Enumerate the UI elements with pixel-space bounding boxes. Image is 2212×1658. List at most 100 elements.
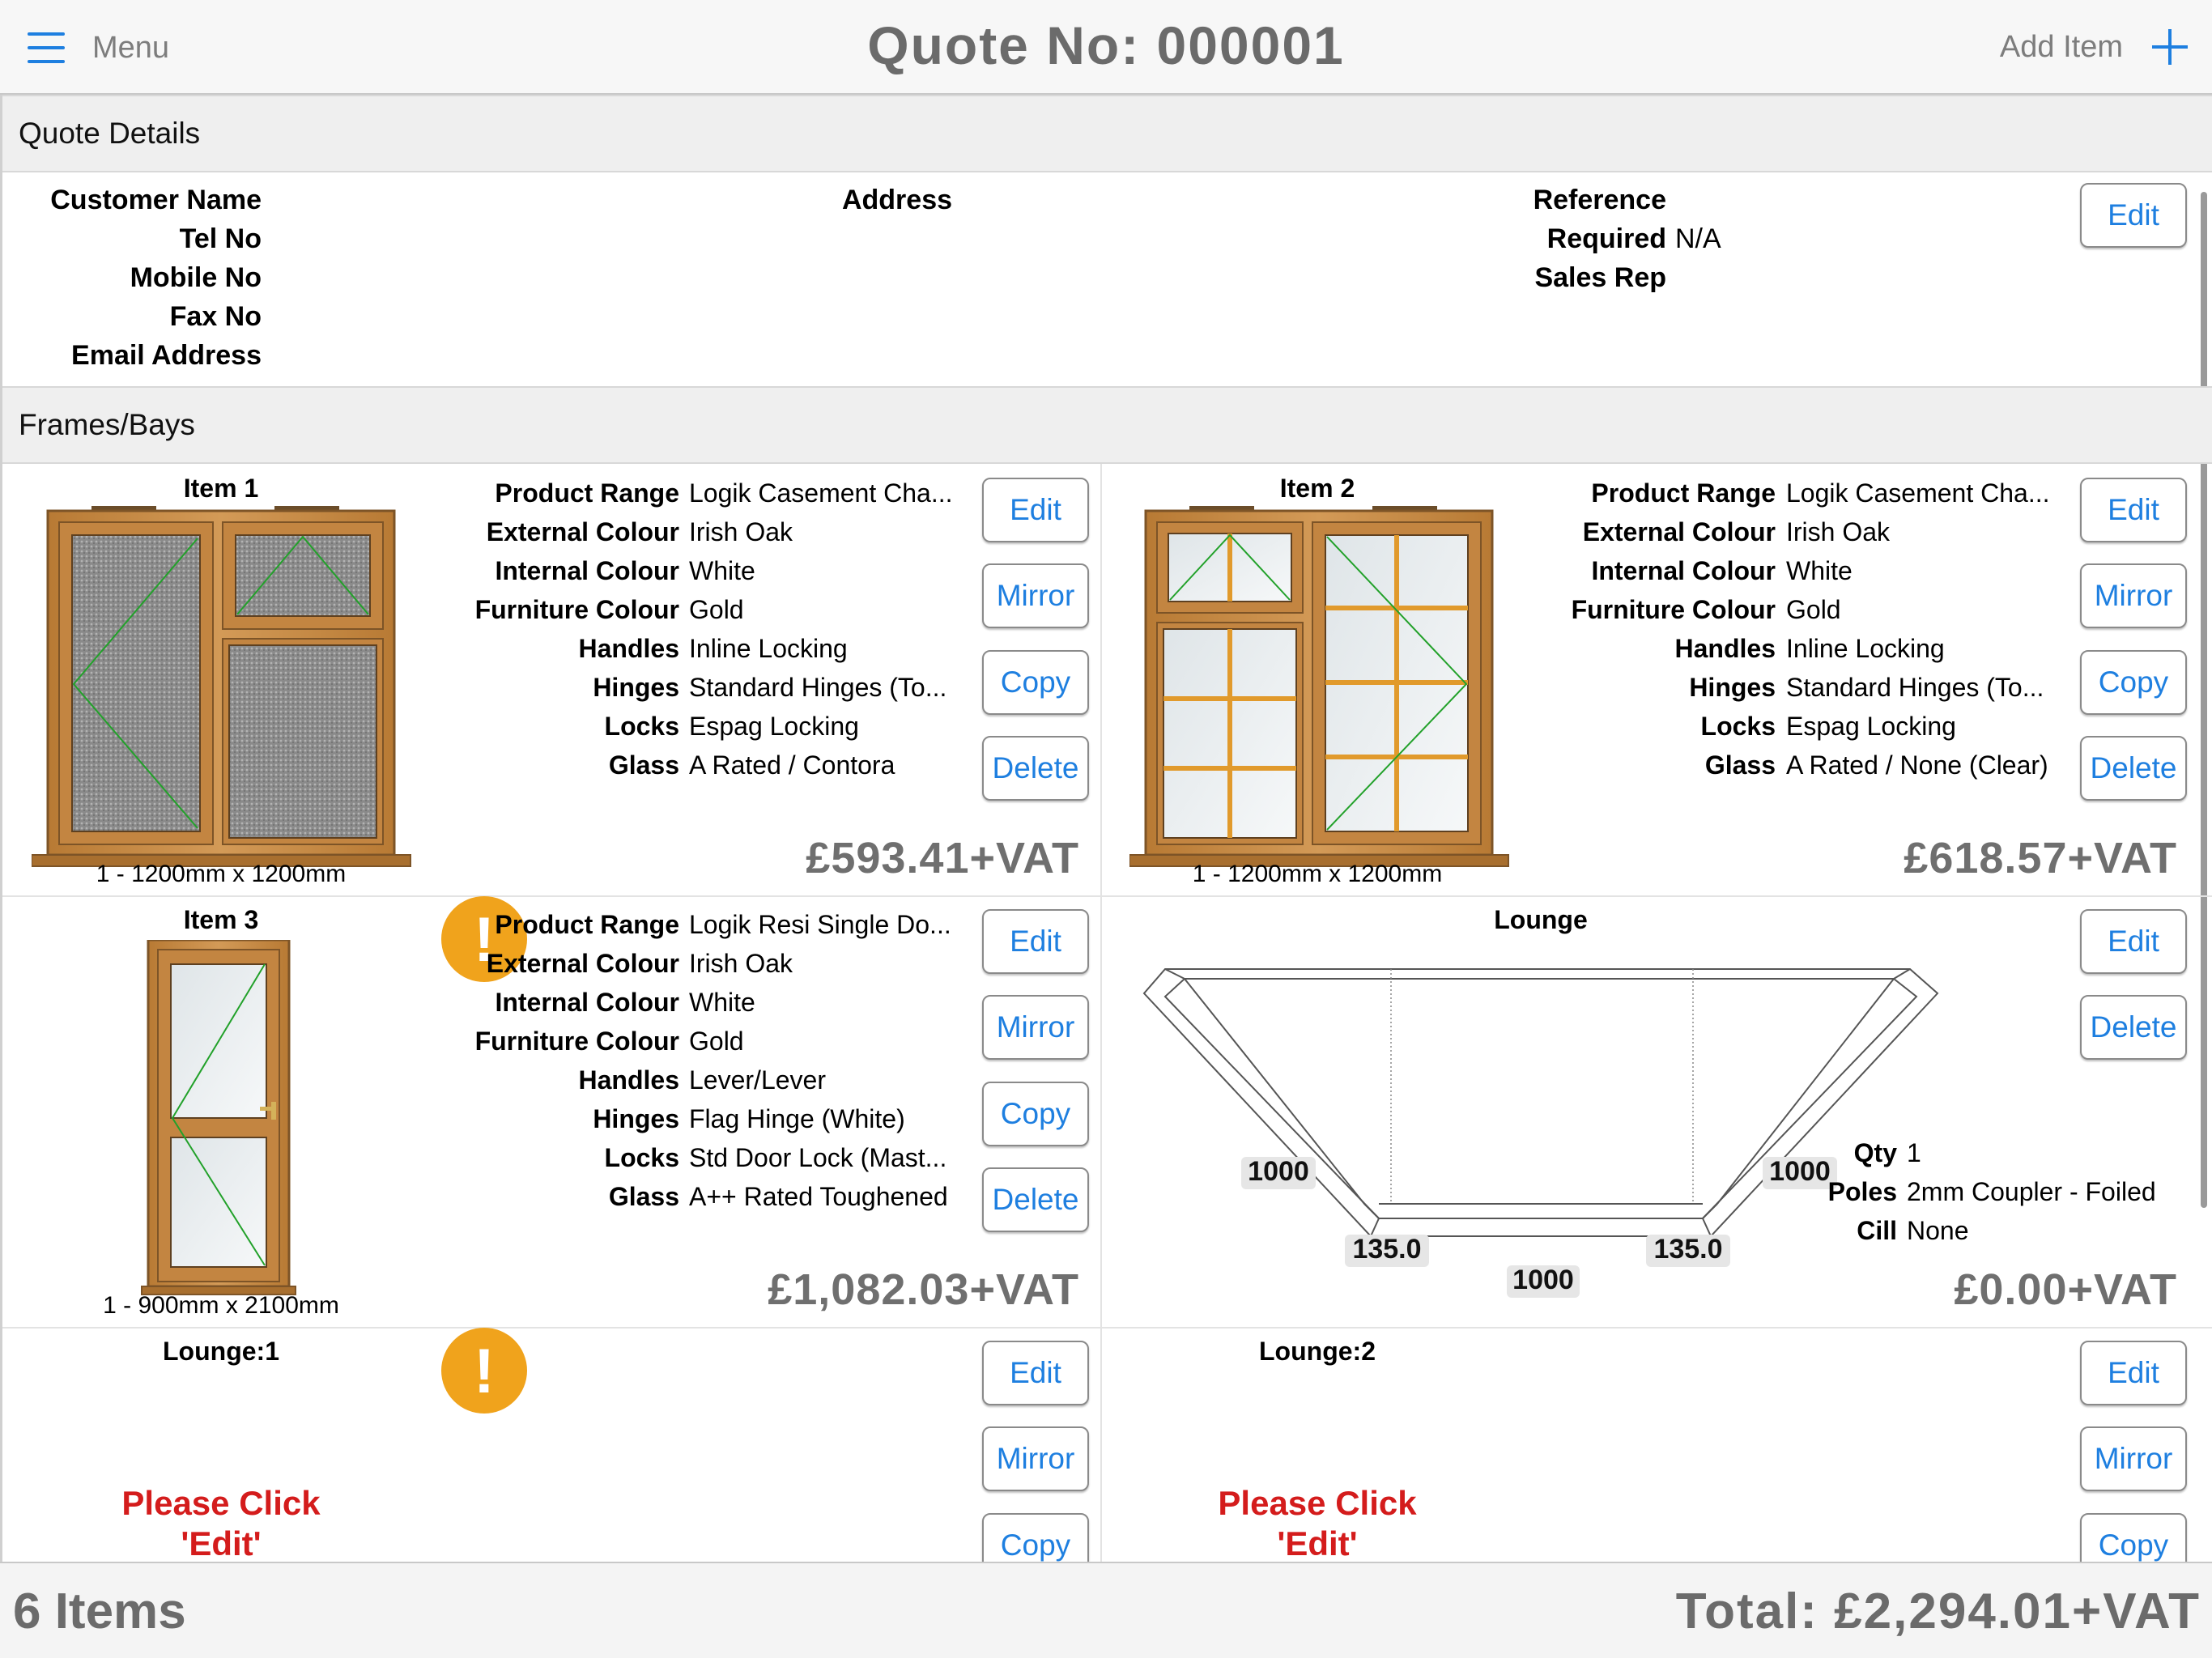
frames-bays-header: Frames/Bays xyxy=(2,386,2212,464)
spec-label: Product Range xyxy=(495,478,679,508)
spec-label: Handles xyxy=(578,634,679,663)
internal-colour-value: White xyxy=(1786,556,1853,585)
vertical-scrollbar[interactable] xyxy=(2201,192,2207,1208)
item-3-mirror-button[interactable]: Mirror xyxy=(982,995,1089,1060)
lounge-1-title: Lounge:1 xyxy=(163,1337,279,1366)
spec-label: Hinges xyxy=(593,673,679,702)
item-2-size: 1 - 1200mm x 1200mm xyxy=(1192,861,1443,887)
cill-value: None xyxy=(1907,1216,1969,1245)
spec-label: External Colour xyxy=(486,517,679,546)
required-label: Required xyxy=(1546,223,1666,254)
qty-label: Qty xyxy=(1853,1138,1897,1167)
quote-footer: 6 Items Total: £2,294.01+VAT xyxy=(0,1562,2212,1658)
item-2-copy-button[interactable]: Copy xyxy=(2080,650,2187,715)
poles-value: 2mm Coupler - Foiled xyxy=(1907,1177,2156,1206)
poles-label: Poles xyxy=(1827,1177,1897,1206)
locks-value: Espag Locking xyxy=(689,712,859,741)
warning-icon[interactable]: ! xyxy=(441,1328,527,1414)
email-address-label: Email Address xyxy=(71,340,262,371)
column-divider xyxy=(1100,464,1102,1562)
quote-content[interactable]: Quote Details Customer Name Tel No Mobil… xyxy=(0,95,2212,1562)
row-divider xyxy=(2,895,2212,897)
item-2-mirror-button[interactable]: Mirror xyxy=(2080,563,2187,628)
product-range-value: Logik Casement Cha... xyxy=(1786,478,2050,508)
handles-value: Inline Locking xyxy=(1786,634,1945,663)
required-value: N/A xyxy=(1675,223,1721,254)
page-title: Quote No: 000001 xyxy=(867,15,1345,75)
fax-no-label: Fax No xyxy=(169,301,262,332)
lounge-1-mirror-button[interactable]: Mirror xyxy=(982,1426,1089,1491)
spec-label: Internal Colour xyxy=(495,556,679,585)
item-3-price: £1,082.03+VAT xyxy=(768,1265,1079,1314)
spec-label: Product Range xyxy=(1591,478,1776,508)
spec-label: Locks xyxy=(1700,712,1776,741)
furniture-colour-value: Gold xyxy=(689,1027,744,1056)
spec-label: Furniture Colour xyxy=(474,595,679,624)
item-3-copy-button[interactable]: Copy xyxy=(982,1082,1089,1146)
lounge-1-edit-prompt: Please Click 'Edit' xyxy=(121,1484,321,1562)
plus-icon xyxy=(2152,29,2188,65)
item-1-delete-button[interactable]: Delete xyxy=(982,736,1089,801)
lounge-1-edit-button[interactable]: Edit xyxy=(982,1341,1089,1405)
lounge-2-title: Lounge:2 xyxy=(1259,1337,1376,1366)
item-3-delete-button[interactable]: Delete xyxy=(982,1167,1089,1232)
spec-label: Glass xyxy=(1704,750,1776,780)
item-2-price: £618.57+VAT xyxy=(1904,834,2177,882)
item-1-mirror-button[interactable]: Mirror xyxy=(982,563,1089,628)
item-1-price: £593.41+VAT xyxy=(806,834,1079,882)
product-range-value: Logik Resi Single Do... xyxy=(689,910,951,939)
bay-left-angle-label: 135.0 xyxy=(1352,1234,1421,1265)
lounge-2-mirror-button[interactable]: Mirror xyxy=(2080,1426,2187,1491)
quote-total: Total: £2,294.01+VAT xyxy=(1675,1584,2201,1639)
bay-right-angle-label: 135.0 xyxy=(1653,1234,1722,1265)
locks-value: Std Door Lock (Mast... xyxy=(689,1143,947,1172)
spec-label: Handles xyxy=(578,1065,679,1095)
internal-colour-value: White xyxy=(689,556,755,585)
lounge-2-edit-button[interactable]: Edit xyxy=(2080,1341,2187,1405)
external-colour-value: Irish Oak xyxy=(689,517,793,546)
spec-label: Internal Colour xyxy=(495,988,679,1017)
sales-rep-label: Sales Rep xyxy=(1534,262,1666,293)
tel-no-label: Tel No xyxy=(179,223,262,254)
bay-delete-button[interactable]: Delete xyxy=(2080,995,2187,1060)
qty-value: 1 xyxy=(1907,1138,1921,1167)
furniture-colour-value: Gold xyxy=(689,595,744,624)
lounge-2-edit-prompt: Please Click 'Edit' xyxy=(1218,1484,1417,1562)
item-1-copy-button[interactable]: Copy xyxy=(982,650,1089,715)
bay-price: £0.00+VAT xyxy=(1954,1265,2177,1314)
customer-name-label: Customer Name xyxy=(50,185,262,215)
add-item-button[interactable]: Add Item xyxy=(2000,21,2188,73)
handles-value: Lever/Lever xyxy=(689,1065,826,1095)
external-colour-value: Irish Oak xyxy=(689,949,793,978)
spec-label: Hinges xyxy=(593,1104,679,1133)
item-count: 6 Items xyxy=(13,1584,186,1639)
bay-title: Lounge xyxy=(1494,905,1588,934)
lounge-2-copy-button[interactable]: Copy xyxy=(2080,1513,2187,1562)
glass-value: A++ Rated Toughened xyxy=(689,1182,948,1211)
handles-value: Inline Locking xyxy=(689,634,848,663)
spec-label: Furniture Colour xyxy=(474,1027,679,1056)
bay-edit-button[interactable]: Edit xyxy=(2080,909,2187,974)
product-range-value: Logik Casement Cha... xyxy=(689,478,953,508)
hinges-value: Standard Hinges (To... xyxy=(1786,673,2044,702)
lounge-1-copy-button[interactable]: Copy xyxy=(982,1513,1089,1562)
top-navigation-bar: Menu Quote No: 000001 Add Item xyxy=(0,0,2212,95)
spec-label: Handles xyxy=(1674,634,1776,663)
door-image xyxy=(141,940,296,1295)
spec-label: Locks xyxy=(604,1143,679,1172)
spec-label: Glass xyxy=(608,1182,679,1211)
glass-value: A Rated / None (Clear) xyxy=(1786,750,2048,780)
locks-value: Espag Locking xyxy=(1786,712,1956,741)
hinges-value: Standard Hinges (To... xyxy=(689,673,947,702)
item-1-edit-button[interactable]: Edit xyxy=(982,478,1089,542)
glass-value: A Rated / Contora xyxy=(689,750,895,780)
hinges-value: Flag Hinge (White) xyxy=(689,1104,905,1133)
item-3-edit-button[interactable]: Edit xyxy=(982,909,1089,974)
mobile-no-label: Mobile No xyxy=(130,262,262,293)
spec-label: External Colour xyxy=(486,949,679,978)
bay-left-length-label: 1000 xyxy=(1248,1156,1309,1187)
edit-quote-details-button[interactable]: Edit xyxy=(2080,183,2187,248)
item-2-delete-button[interactable]: Delete xyxy=(2080,736,2187,801)
item-2-edit-button[interactable]: Edit xyxy=(2080,478,2187,542)
item-3-size: 1 - 900mm x 2100mm xyxy=(103,1292,339,1319)
